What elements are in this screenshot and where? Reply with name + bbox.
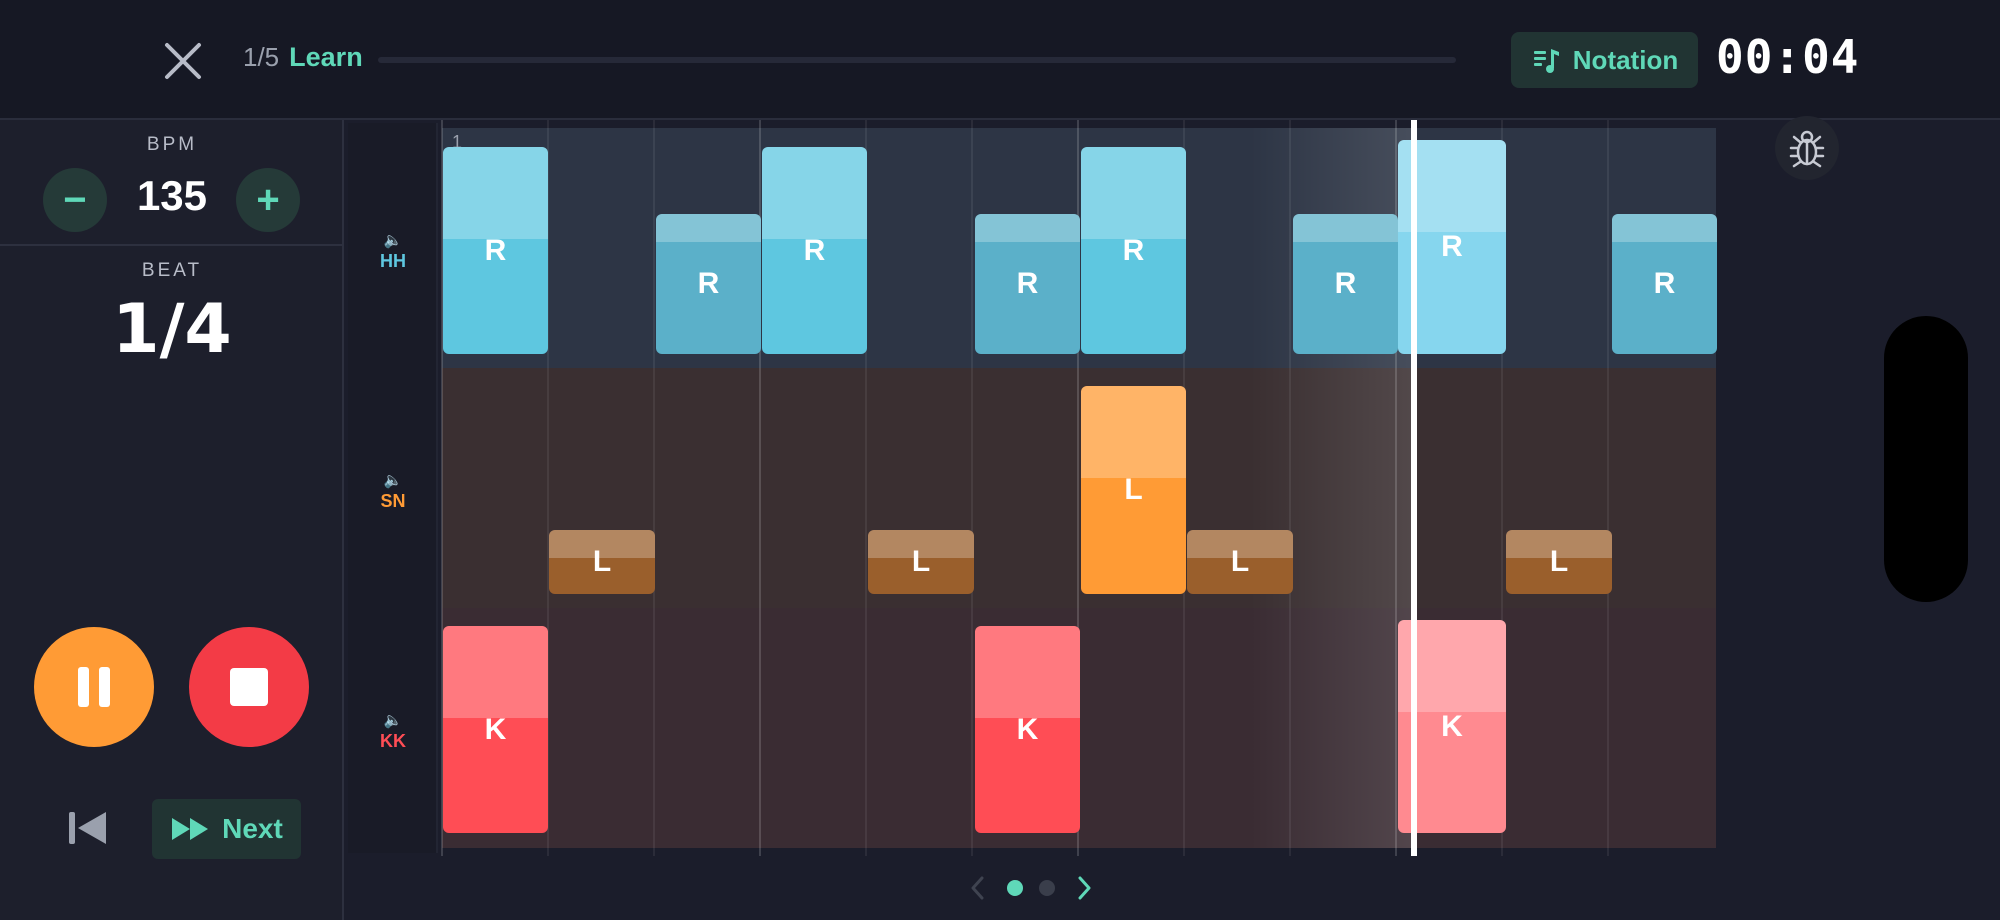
previous-button[interactable] <box>64 804 112 852</box>
note-highlight <box>1293 214 1398 242</box>
note-highlight <box>1612 214 1717 242</box>
note-label: L <box>1230 545 1250 578</box>
lane-label-hh[interactable]: 🔈 HH <box>348 231 438 272</box>
next-label: Next <box>222 813 283 844</box>
grid-line <box>653 120 655 856</box>
chevron-left-icon[interactable] <box>966 872 990 904</box>
bpm-value: 135 <box>136 172 208 219</box>
playhead <box>1411 120 1417 856</box>
beat-value: 1/4 <box>112 290 232 369</box>
note-label: R <box>803 233 826 267</box>
note-sn[interactable]: L <box>1081 386 1186 594</box>
close-button[interactable] <box>158 36 208 86</box>
lesson-mode: Learn <box>289 42 363 72</box>
bpm-increase-button[interactable]: + <box>236 168 300 232</box>
note-label: L <box>911 545 931 578</box>
note-hh[interactable]: R <box>1293 214 1398 354</box>
grid-line <box>1607 120 1609 856</box>
music-notation-icon <box>1533 49 1559 73</box>
speaker-icon: 🔈 <box>383 712 403 729</box>
bug-icon <box>1789 130 1825 168</box>
note-hh[interactable]: R <box>443 147 548 354</box>
speaker-icon: 🔈 <box>383 472 403 489</box>
note-highlight <box>443 626 548 718</box>
note-sn[interactable]: L <box>549 530 655 594</box>
notation-button[interactable]: Notation <box>1511 32 1698 88</box>
practice-screen: 1/5 Learn Notation 00:04 BPM − 135 + BEA… <box>0 0 2000 920</box>
note-label: R <box>1016 267 1039 300</box>
plus-icon: + <box>256 178 280 222</box>
note-highlight <box>1081 386 1186 478</box>
panel-divider <box>0 244 342 246</box>
note-hh[interactable]: R <box>975 214 1080 354</box>
grid-line <box>971 120 973 856</box>
note-sn[interactable]: L <box>1187 530 1293 594</box>
close-icon <box>165 43 201 79</box>
notation-label: Notation <box>1572 44 1679 75</box>
note-label: K <box>1441 709 1463 743</box>
note-highlight <box>975 626 1080 718</box>
page-dot-active[interactable] <box>1006 880 1023 896</box>
note-label: L <box>1124 473 1143 506</box>
pause-button[interactable] <box>34 627 154 747</box>
control-panel: BPM − 135 + BEAT 1/4 Next <box>0 120 344 920</box>
note-highlight <box>656 214 761 242</box>
lesson-index: 1/5 <box>243 42 280 72</box>
note-highlight <box>975 214 1080 242</box>
lane-label-sn[interactable]: 🔈 SN <box>348 471 438 512</box>
note-hh[interactable]: R <box>1612 214 1717 354</box>
skip-back-icon <box>69 812 106 844</box>
next-button[interactable]: Next <box>152 799 301 859</box>
note-hh[interactable]: R <box>762 147 867 354</box>
note-kk[interactable]: K <box>443 626 548 833</box>
side-handle[interactable] <box>1884 316 1968 602</box>
minus-icon: − <box>63 178 87 222</box>
lane-label-text: HH <box>380 251 406 271</box>
note-label: R <box>1653 267 1676 300</box>
chevron-right-icon[interactable] <box>1072 872 1096 904</box>
pager <box>966 872 1096 904</box>
note-highlight <box>443 147 548 239</box>
lesson-indicator: 1/5 Learn <box>243 42 363 73</box>
note-label: K <box>1016 712 1039 746</box>
note-label: R <box>1122 233 1145 267</box>
speaker-icon: 🔈 <box>383 232 403 249</box>
stop-icon <box>230 668 268 706</box>
fast-forward-icon <box>172 818 209 840</box>
note-label: L <box>592 545 612 578</box>
top-bar: 1/5 Learn Notation 00:04 <box>0 0 2000 120</box>
bpm-decrease-button[interactable]: − <box>43 168 107 232</box>
note-label: R <box>1334 267 1357 300</box>
pause-icon <box>78 667 110 707</box>
note-hh[interactable]: R <box>1081 147 1186 354</box>
lane-label-text: KK <box>380 731 406 751</box>
lesson-progress-bar <box>378 57 1456 63</box>
note-label: R <box>484 233 507 267</box>
lane-labels: 🔈 HH 🔈 SN 🔈 KK <box>348 123 438 853</box>
note-highlight <box>762 147 867 239</box>
bug-report-button[interactable] <box>1775 116 1839 180</box>
note-label: R <box>697 267 720 300</box>
note-highlight <box>1081 147 1186 239</box>
note-sn[interactable]: L <box>1506 530 1612 594</box>
note-kk[interactable]: K <box>975 626 1080 833</box>
note-label: R <box>1441 230 1463 263</box>
elapsed-timer: 00:04 <box>1716 30 1860 84</box>
stop-button[interactable] <box>189 627 309 747</box>
bpm-label: BPM <box>146 134 198 155</box>
page-dot[interactable] <box>1039 880 1056 896</box>
note-sn[interactable]: L <box>868 530 974 594</box>
lane-label-text: SN <box>380 491 406 511</box>
lane-label-kk[interactable]: 🔈 KK <box>348 711 438 752</box>
note-label: L <box>1549 545 1569 578</box>
note-label: K <box>484 712 507 746</box>
beat-label: BEAT <box>141 260 203 281</box>
note-hh[interactable]: R <box>656 214 761 354</box>
